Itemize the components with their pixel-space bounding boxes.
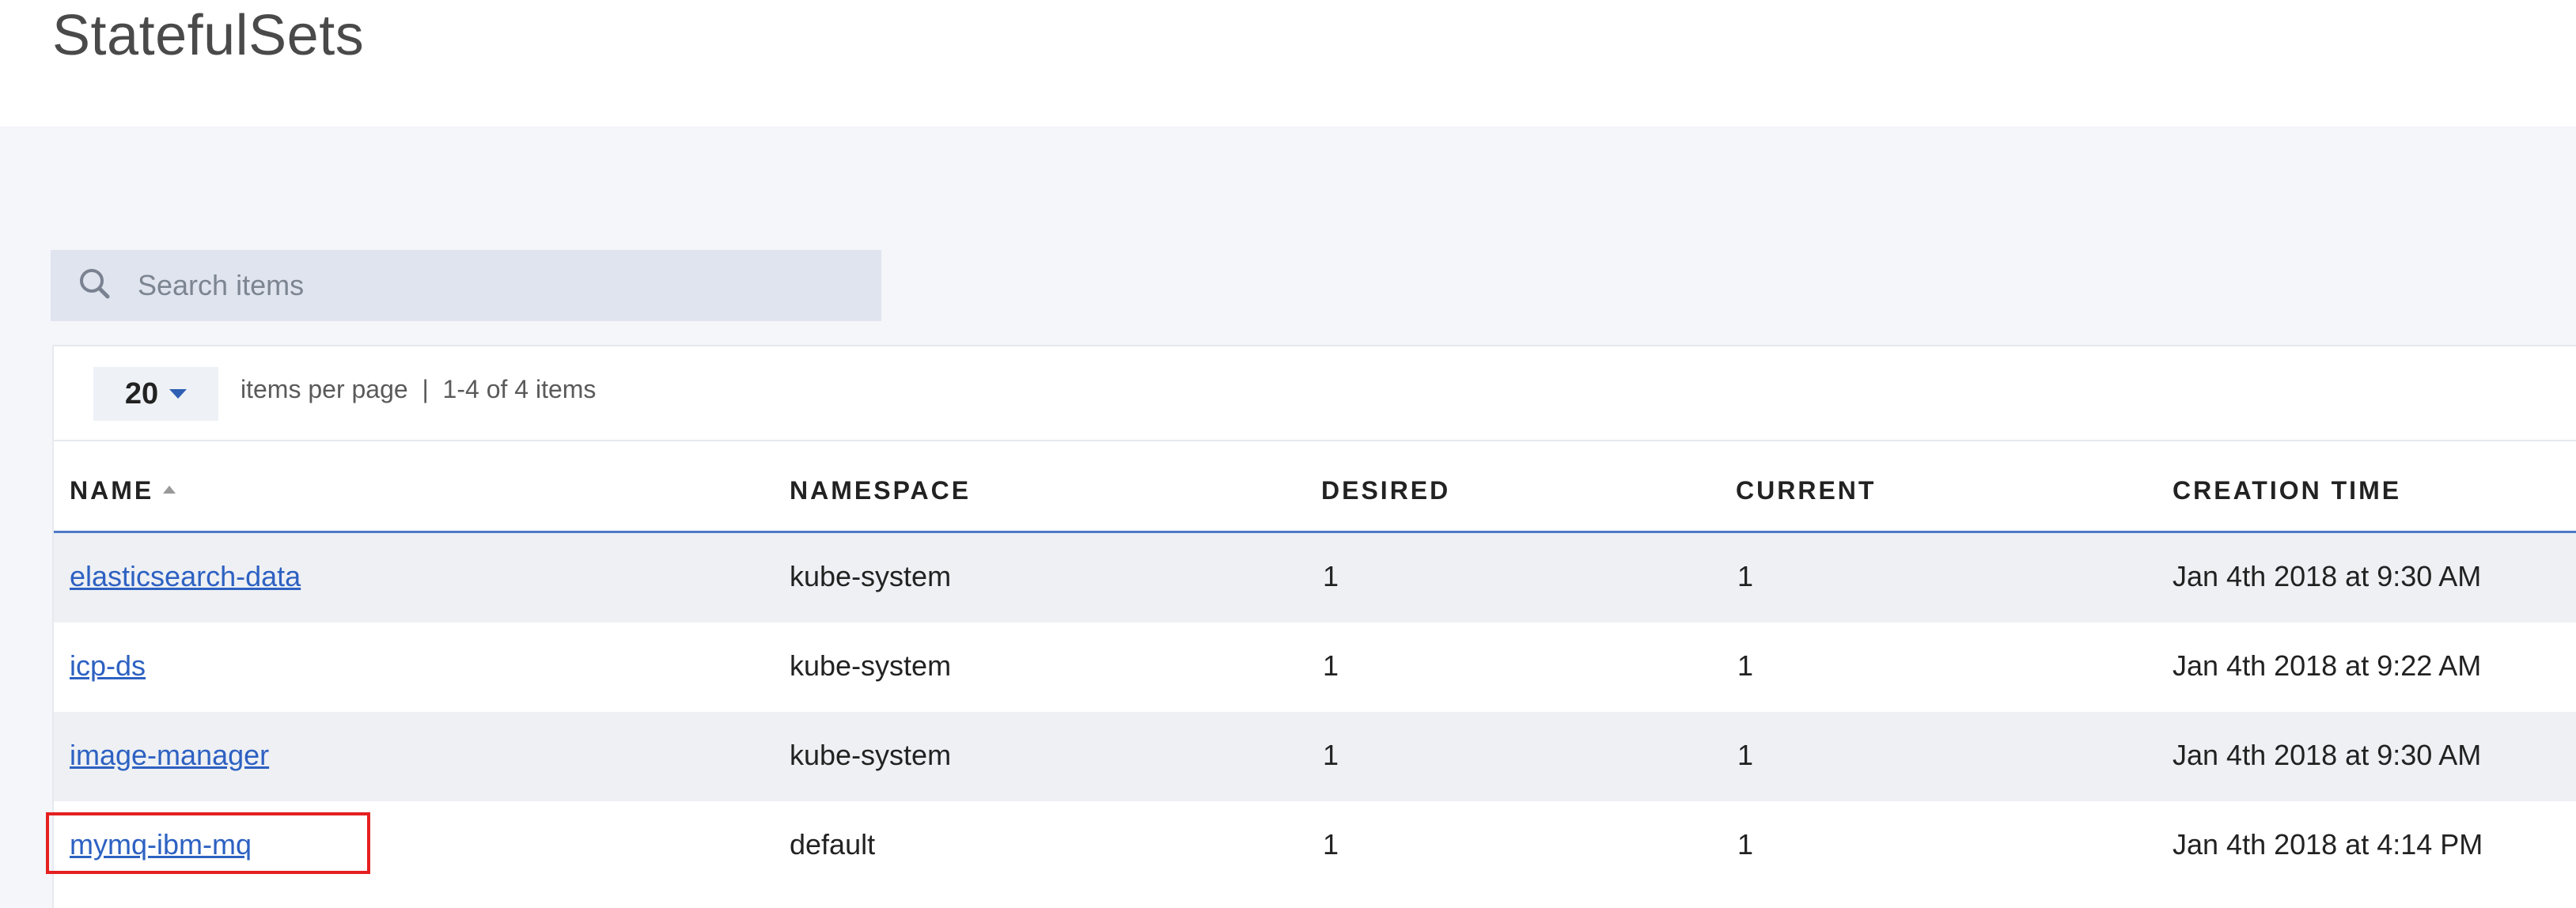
desired-cell: 1 [1323, 560, 1339, 592]
sort-ascending-icon [163, 485, 176, 494]
namespace-cell: kube-system [790, 649, 952, 682]
desired-cell: 1 [1323, 828, 1339, 861]
creation-time-cell: Jan 4th 2018 at 4:14 PM [2173, 828, 2483, 861]
statefulset-link[interactable]: mymq-ibm-mq [70, 828, 252, 861]
current-cell: 1 [1737, 649, 1754, 682]
creation-time-cell: Jan 4th 2018 at 9:30 AM [2173, 739, 2482, 771]
namespace-cell: kube-system [790, 560, 952, 592]
current-cell: 1 [1737, 560, 1754, 592]
desired-cell: 1 [1323, 649, 1339, 682]
search-input[interactable] [136, 257, 851, 314]
statefulsets-table: 20 items per page | 1-4 of 4 items NAME … [46, 345, 2576, 908]
caret-down-icon [169, 389, 188, 399]
creation-time-cell: Jan 4th 2018 at 9:30 AM [2173, 560, 2482, 592]
column-header-current[interactable]: CURRENT [1736, 476, 1876, 505]
creation-time-cell: Jan 4th 2018 at 9:22 AM [2173, 649, 2482, 682]
items-per-page-select[interactable]: 20 [93, 367, 218, 421]
current-cell: 1 [1737, 739, 1754, 771]
table-header: NAME NAMESPACE DESIRED CURRENT CREATION … [54, 441, 2576, 533]
table-row: image-manager kube-system 1 1 Jan 4th 20… [54, 712, 2576, 801]
pagination-toolbar: 20 items per page | 1-4 of 4 items [54, 346, 2576, 441]
column-header-namespace[interactable]: NAMESPACE [790, 476, 971, 505]
current-cell: 1 [1737, 828, 1754, 861]
search-icon [80, 269, 110, 299]
table-row: elasticsearch-data kube-system 1 1 Jan 4… [54, 533, 2576, 622]
pagination-summary: items per page | 1-4 of 4 items [241, 375, 597, 403]
search-box[interactable] [51, 250, 881, 321]
table-row: mymq-ibm-mq default 1 1 Jan 4th 2018 at … [46, 801, 2576, 891]
statefulset-link[interactable]: icp-ds [70, 649, 146, 682]
column-header-desired[interactable]: DESIRED [1321, 476, 1450, 505]
statefulset-link[interactable]: elasticsearch-data [70, 560, 301, 592]
items-per-page-value: 20 [124, 376, 159, 410]
desired-cell: 1 [1323, 739, 1339, 771]
column-header-creation-time[interactable]: CREATION TIME [2173, 476, 2401, 505]
namespace-cell: default [790, 828, 876, 861]
page-title: StatefulSets [52, 4, 365, 67]
column-header-name[interactable]: NAME [70, 476, 176, 505]
namespace-cell: kube-system [790, 739, 952, 771]
page-header: StatefulSets [0, 0, 2576, 127]
table-row: icp-ds kube-system 1 1 Jan 4th 2018 at 9… [54, 622, 2576, 712]
statefulset-link[interactable]: image-manager [70, 739, 269, 771]
